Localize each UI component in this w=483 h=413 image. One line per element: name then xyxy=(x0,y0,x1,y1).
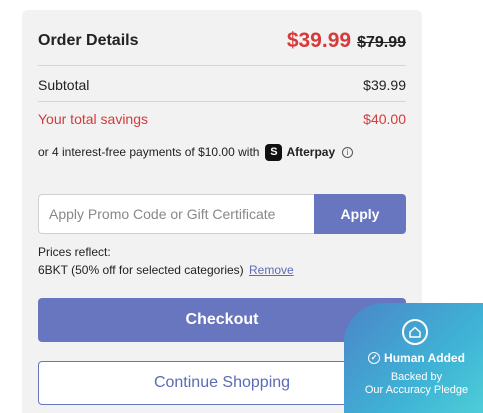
remove-code-link[interactable]: Remove xyxy=(249,263,294,277)
savings-value: $40.00 xyxy=(363,111,406,127)
divider xyxy=(38,101,406,102)
applied-code-text: 6BKT (50% off for selected categories) xyxy=(38,263,244,277)
sale-price: $39.99 xyxy=(286,29,352,52)
order-title: Order Details xyxy=(38,32,139,49)
price-group: $39.99 $79.99 xyxy=(287,29,406,53)
order-header: Order Details $39.99 $79.99 xyxy=(38,26,406,56)
check-circle-icon: ✓ xyxy=(368,352,381,364)
accuracy-pledge-badge[interactable]: ✓ Human Added Backed by Our Accuracy Ple… xyxy=(344,303,483,413)
badge-subtitle: Backed by Our Accuracy Pledge xyxy=(344,371,483,397)
promo-code-form: Apply xyxy=(38,194,406,234)
original-price: $79.99 xyxy=(357,34,406,51)
badge-title: Human Added xyxy=(384,351,465,365)
divider xyxy=(38,65,406,66)
apply-button[interactable]: Apply xyxy=(314,194,406,234)
subtotal-row: Subtotal $39.99 xyxy=(38,75,406,95)
afterpay-line: or 4 interest-free payments of $10.00 wi… xyxy=(38,142,354,162)
prices-reflect-note: Prices reflect: 6BKT (50% off for select… xyxy=(38,243,294,279)
afterpay-text: or 4 interest-free payments of $10.00 wi… xyxy=(38,145,260,159)
info-icon[interactable]: i xyxy=(342,146,354,158)
badge-subtitle-line2: Our Accuracy Pledge xyxy=(364,384,469,396)
afterpay-logo-icon: S xyxy=(265,143,283,161)
savings-row: Your total savings $40.00 xyxy=(38,109,406,129)
subtotal-value: $39.99 xyxy=(363,77,406,93)
promo-code-input[interactable] xyxy=(38,194,314,234)
home-shield-icon xyxy=(402,319,428,345)
afterpay-name: Afterpay xyxy=(286,145,336,159)
prices-reflect-label: Prices reflect: xyxy=(38,245,111,259)
subtotal-label: Subtotal xyxy=(38,77,90,93)
badge-title-row: ✓ Human Added xyxy=(344,351,483,365)
badge-subtitle-line1: Backed by xyxy=(390,371,443,383)
savings-label: Your total savings xyxy=(38,111,148,127)
